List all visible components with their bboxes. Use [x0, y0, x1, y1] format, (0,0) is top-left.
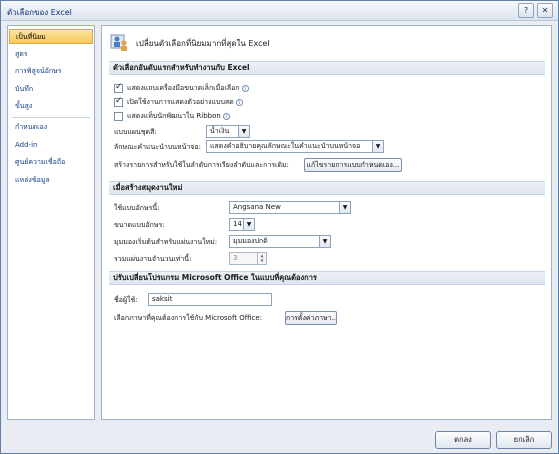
sheet-count-value: 3 — [233, 254, 238, 262]
color-scheme-label: แบบแผนชุดสี: — [114, 128, 157, 136]
font-size-value: 14 — [233, 220, 242, 228]
sidebar-item-proofing[interactable]: การพิสูจน์อักษร — [9, 64, 93, 79]
chevron-down-icon: ▼ — [339, 202, 350, 213]
developer-tab-text: แสดงแท็บนักพัฒนาใน Ribbon — [127, 112, 221, 120]
color-scheme-value: น้ำเงิน — [210, 127, 230, 135]
sidebar-item-formulas[interactable]: สูตร — [9, 47, 93, 62]
font-size-label: ขนาดแบบอักษร: — [114, 221, 165, 229]
live-preview-text: เปิดใช้งานการแสดงตัวอย่างแบบสด — [127, 98, 234, 106]
font-value: Angsana New — [233, 203, 281, 211]
section-personalize: ปรับเปลี่ยนโปรแกรม Microsoft Office ในแบ… — [109, 271, 545, 285]
live-preview-checkbox[interactable] — [114, 96, 123, 107]
default-view-select[interactable]: มุมมองปกติ ▼ — [229, 235, 331, 248]
sidebar-item-save[interactable]: บันทึก — [9, 82, 93, 97]
sidebar-item-advanced[interactable]: ขั้นสูง — [9, 99, 93, 114]
language-settings-button[interactable]: การตั้งค่าภาษา... — [285, 311, 337, 325]
sidebar-item-addins[interactable]: Add-in — [9, 138, 93, 153]
sidebar: เป็นที่นิยม สูตร การพิสูจน์อักษร บันทึก … — [7, 25, 95, 420]
info-icon: i — [241, 84, 249, 92]
edit-custom-lists-button[interactable]: แก้ไขรายการแบบกำหนดเอง... — [304, 158, 402, 172]
default-view-value: มุมมองปกติ — [233, 237, 268, 245]
sheet-count-spinner[interactable]: 3 ▲ ▼ — [229, 252, 267, 265]
title-bar: ตัวเลือกของ Excel ? ✕ — [1, 1, 558, 21]
info-icon: i — [235, 98, 243, 106]
screentip-value: แสดงคำอธิบายคุณลักษณะในคำแนะนำบนหน้าจอ — [210, 142, 361, 150]
username-label: ชื่อผู้ใช้: — [114, 296, 138, 304]
sidebar-item-customize[interactable]: กำหนดเอง — [9, 120, 93, 135]
screentip-select[interactable]: แสดงคำอธิบายคุณลักษณะในคำแนะนำบนหน้าจอ ▼ — [206, 140, 384, 153]
live-preview-label: เปิดใช้งานการแสดงตัวอย่างแบบสด i — [127, 96, 243, 108]
info-icon: i — [222, 112, 230, 120]
font-select[interactable]: Angsana New ▼ — [229, 201, 351, 214]
default-view-label: มุมมองเริ่มต้นสำหรับแผ่นงานใหม่: — [114, 238, 218, 246]
minitoolbar-text: แสดงแถบเครื่องมือขนาดเล็กเมื่อเลือก — [127, 84, 240, 92]
color-scheme-select[interactable]: น้ำเงิน ▼ — [206, 125, 250, 138]
sidebar-item-popular[interactable]: เป็นที่นิยม — [9, 29, 93, 44]
minitoolbar-checkbox[interactable] — [114, 82, 123, 93]
section-top-options: ตัวเลือกอันดับแรกสำหรับทำงานกับ Excel — [109, 61, 545, 75]
language-label: เลือกภาษาที่คุณต้องการใช้กับ Microsoft O… — [114, 314, 263, 322]
sidebar-item-resources[interactable]: แหล่งข้อมูล — [9, 173, 93, 188]
chevron-down-icon: ▼ — [319, 236, 330, 247]
chevron-down-icon: ▼ — [372, 141, 383, 152]
chevron-down-icon: ▼ — [238, 126, 249, 137]
font-size-select[interactable]: 14 ▼ — [229, 218, 255, 231]
sheet-count-label: รวมแผ่นงานจำนวนเท่านี้: — [114, 255, 192, 263]
help-button[interactable]: ? — [518, 3, 534, 18]
minitoolbar-label: แสดงแถบเครื่องมือขนาดเล็กเมื่อเลือก i — [127, 82, 249, 94]
panel-header-text: เปลี่ยนตัวเลือกที่นิยมมากที่สุดใน Excel — [136, 39, 270, 48]
developer-tab-label: แสดงแท็บนักพัฒนาใน Ribbon i — [127, 110, 230, 122]
ok-button[interactable]: ตกลง — [435, 431, 491, 449]
screentip-label: ลักษณะคำแนะนำบนหน้าจอ: — [114, 143, 202, 151]
panel-header: เปลี่ยนตัวเลือกที่นิยมมากที่สุดใน Excel — [108, 32, 528, 52]
sidebar-item-trust-center[interactable]: ศูนย์ความเชื่อถือ — [9, 155, 93, 170]
sidebar-divider — [12, 117, 90, 118]
cancel-button[interactable]: ยกเลิก — [496, 431, 552, 449]
window-title: ตัวเลือกของ Excel — [7, 8, 72, 17]
chevron-down-icon: ▼ — [243, 219, 254, 230]
custom-lists-label: สร้างรายการสำหรับใช้ในลำดับการเรียงลำดับ… — [114, 161, 289, 169]
username-input[interactable]: saksit — [148, 293, 272, 306]
options-panel: เปลี่ยนตัวเลือกที่นิยมมากที่สุดใน Excel … — [101, 25, 552, 420]
excel-options-dialog: ตัวเลือกของ Excel ? ✕ เป็นที่นิยม สูตร ก… — [0, 0, 559, 454]
section-new-workbook: เมื่อสร้างสมุดงานใหม่ — [109, 181, 545, 195]
developer-tab-checkbox[interactable] — [114, 112, 123, 121]
spinner-arrows-icon[interactable]: ▲ ▼ — [257, 253, 266, 264]
options-people-icon — [110, 34, 127, 51]
font-label: ใช้แบบอักษรนี้: — [114, 204, 160, 212]
close-button[interactable]: ✕ — [537, 3, 553, 18]
